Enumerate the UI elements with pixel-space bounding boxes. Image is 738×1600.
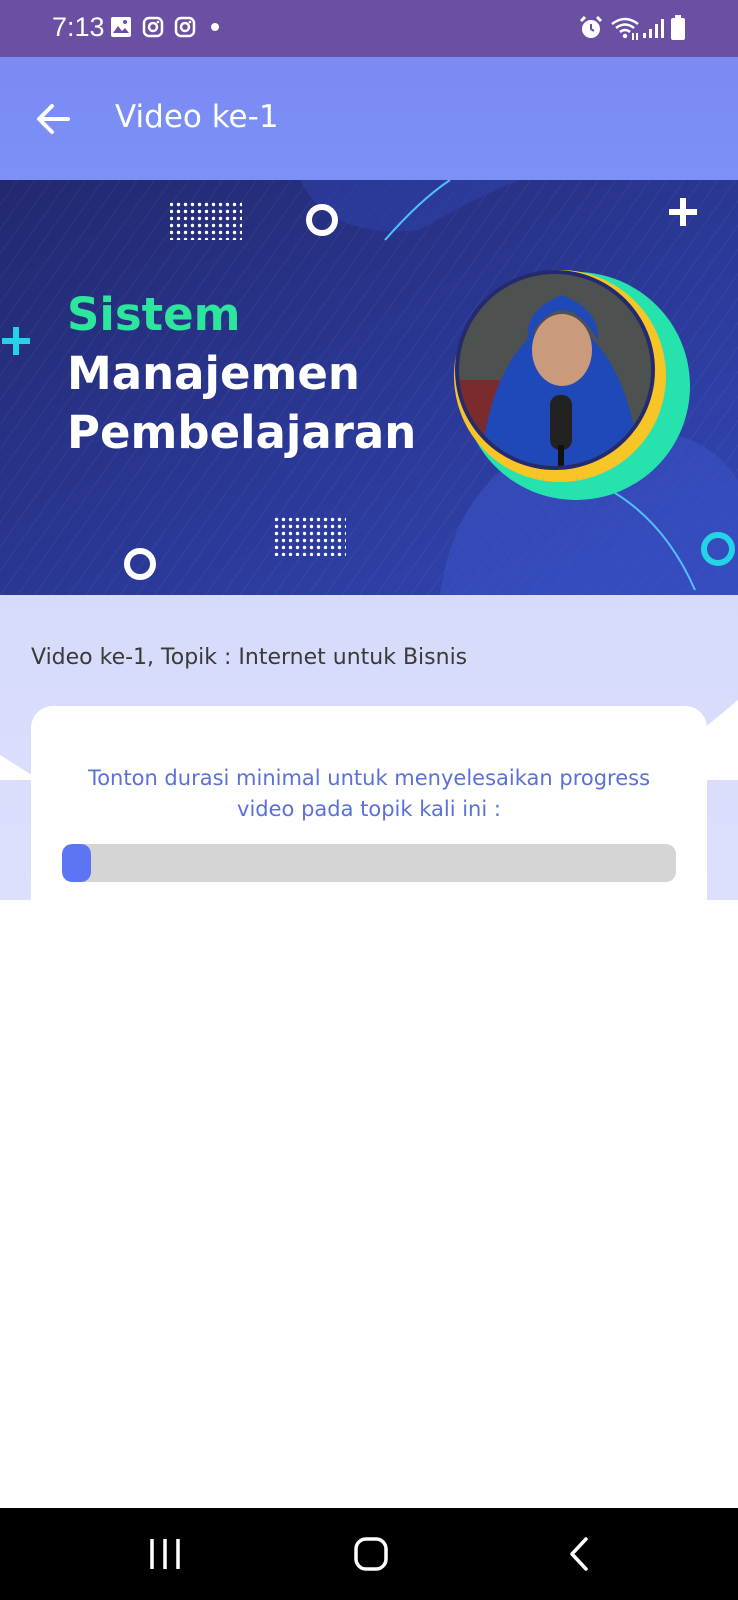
battery-icon xyxy=(671,15,685,40)
page-title: Video ke-1 xyxy=(115,99,279,135)
progress-bar xyxy=(62,844,676,882)
banner-title: Sistem Manajemen Pembelajaran xyxy=(67,285,416,462)
video-player[interactable]: Sistem Manajemen Pembelajaran xyxy=(0,180,738,595)
instagram-icon xyxy=(174,16,196,38)
banner-title-line: Sistem xyxy=(67,288,241,341)
home-icon[interactable] xyxy=(311,1508,431,1600)
dot-icon xyxy=(211,23,219,31)
progress-notice: Tonton durasi minimal untuk menyelesaika… xyxy=(87,766,651,821)
banner-title-line: Manajemen xyxy=(67,347,360,400)
status-time: 7:13 xyxy=(52,12,105,42)
recent-apps-icon[interactable] xyxy=(105,1508,225,1600)
signal-icon xyxy=(643,19,664,38)
app-bar: Video ke-1 xyxy=(0,57,738,180)
instagram-icon xyxy=(142,16,164,38)
alarm-icon xyxy=(579,15,603,38)
navigation-bar xyxy=(0,1508,738,1600)
banner-title-line: Pembelajaran xyxy=(67,406,417,459)
status-bar: 7:13 xyxy=(0,0,738,57)
progress-fill xyxy=(62,844,91,882)
gallery-icon xyxy=(111,17,131,37)
topic-label: Video ke-1, Topik : Internet untuk Bisni… xyxy=(31,645,468,670)
content-fill xyxy=(0,900,738,1508)
wifi-icon xyxy=(611,17,639,40)
arrow-left-icon[interactable] xyxy=(28,93,80,145)
back-icon[interactable] xyxy=(518,1508,638,1600)
